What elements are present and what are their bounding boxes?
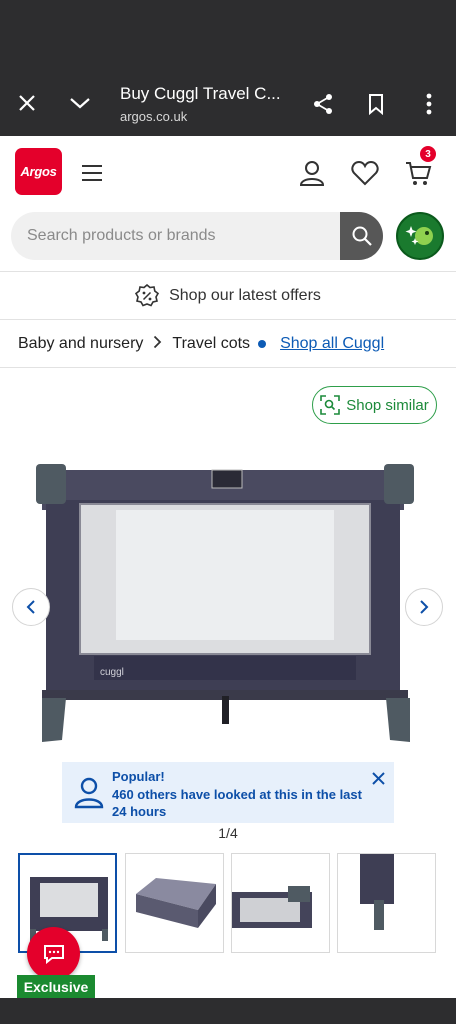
chevron-right-icon (420, 600, 429, 614)
system-nav-bar (0, 998, 456, 1024)
close-icon[interactable] (13, 89, 41, 117)
share-icon[interactable] (309, 90, 337, 118)
person-icon (74, 777, 104, 809)
exclusive-badge: Exclusive (17, 975, 95, 998)
bookmark-icon[interactable] (362, 90, 390, 118)
close-notice-button[interactable] (372, 772, 385, 790)
account-icon[interactable] (296, 157, 328, 189)
ai-assistant-button[interactable] (396, 212, 444, 260)
chevron-left-icon (26, 600, 35, 614)
next-image-button[interactable] (405, 588, 443, 626)
shop-all-brand-link[interactable]: Shop all Cuggl (280, 335, 384, 353)
chevron-down-icon[interactable] (66, 89, 94, 117)
prev-image-button[interactable] (12, 588, 50, 626)
more-vert-icon[interactable] (415, 90, 443, 118)
brand-label: cuggl (100, 667, 124, 678)
browser-toolbar: Buy Cuggl Travel C... argos.co.uk (0, 70, 456, 136)
sparkle-assistant-icon (405, 226, 433, 245)
shop-similar-label: Shop similar (346, 396, 429, 414)
thumbnail-2[interactable] (125, 853, 224, 953)
separator-dot (258, 339, 267, 348)
heart-icon[interactable] (349, 157, 381, 189)
image-counter: 1/4 (218, 825, 238, 841)
menu-icon[interactable] (76, 157, 108, 189)
popular-title: Popular! (112, 769, 165, 784)
page-url[interactable]: argos.co.uk (120, 109, 187, 124)
close-icon (372, 772, 385, 785)
shop-similar-button[interactable]: Shop similar (312, 386, 437, 424)
thumbnail-3[interactable] (231, 853, 330, 953)
chat-button[interactable] (27, 927, 80, 980)
offers-label: Shop our latest offers (169, 286, 321, 304)
chat-icon (43, 944, 64, 964)
argos-logo[interactable]: Argos (15, 148, 62, 195)
popular-notice: Popular! 460 others have looked at this … (62, 762, 394, 823)
search-icon (352, 226, 372, 246)
visual-search-icon (320, 395, 341, 415)
status-bar (0, 0, 456, 70)
popular-text: 460 others have looked at this in the la… (112, 786, 362, 820)
site-header: Argos 3 Search products or brands (0, 136, 456, 272)
cart-count-badge: 3 (420, 146, 436, 162)
search-placeholder: Search products or brands (27, 227, 216, 244)
offers-banner[interactable]: Shop our latest offers (0, 272, 456, 320)
thumbnail-4[interactable] (337, 853, 436, 953)
breadcrumb-item-baby[interactable]: Baby and nursery (18, 335, 143, 353)
chevron-right-icon (153, 335, 162, 352)
product-image[interactable]: cuggl (36, 460, 416, 750)
tab-title[interactable]: Buy Cuggl Travel C... (120, 84, 281, 104)
breadcrumb: Baby and nursery Travel cots Shop all Cu… (0, 320, 456, 368)
discount-badge-icon (135, 283, 160, 306)
search-button[interactable] (340, 212, 383, 260)
search-input[interactable]: Search products or brands (11, 212, 383, 260)
breadcrumb-item-travel-cots[interactable]: Travel cots (172, 335, 250, 353)
